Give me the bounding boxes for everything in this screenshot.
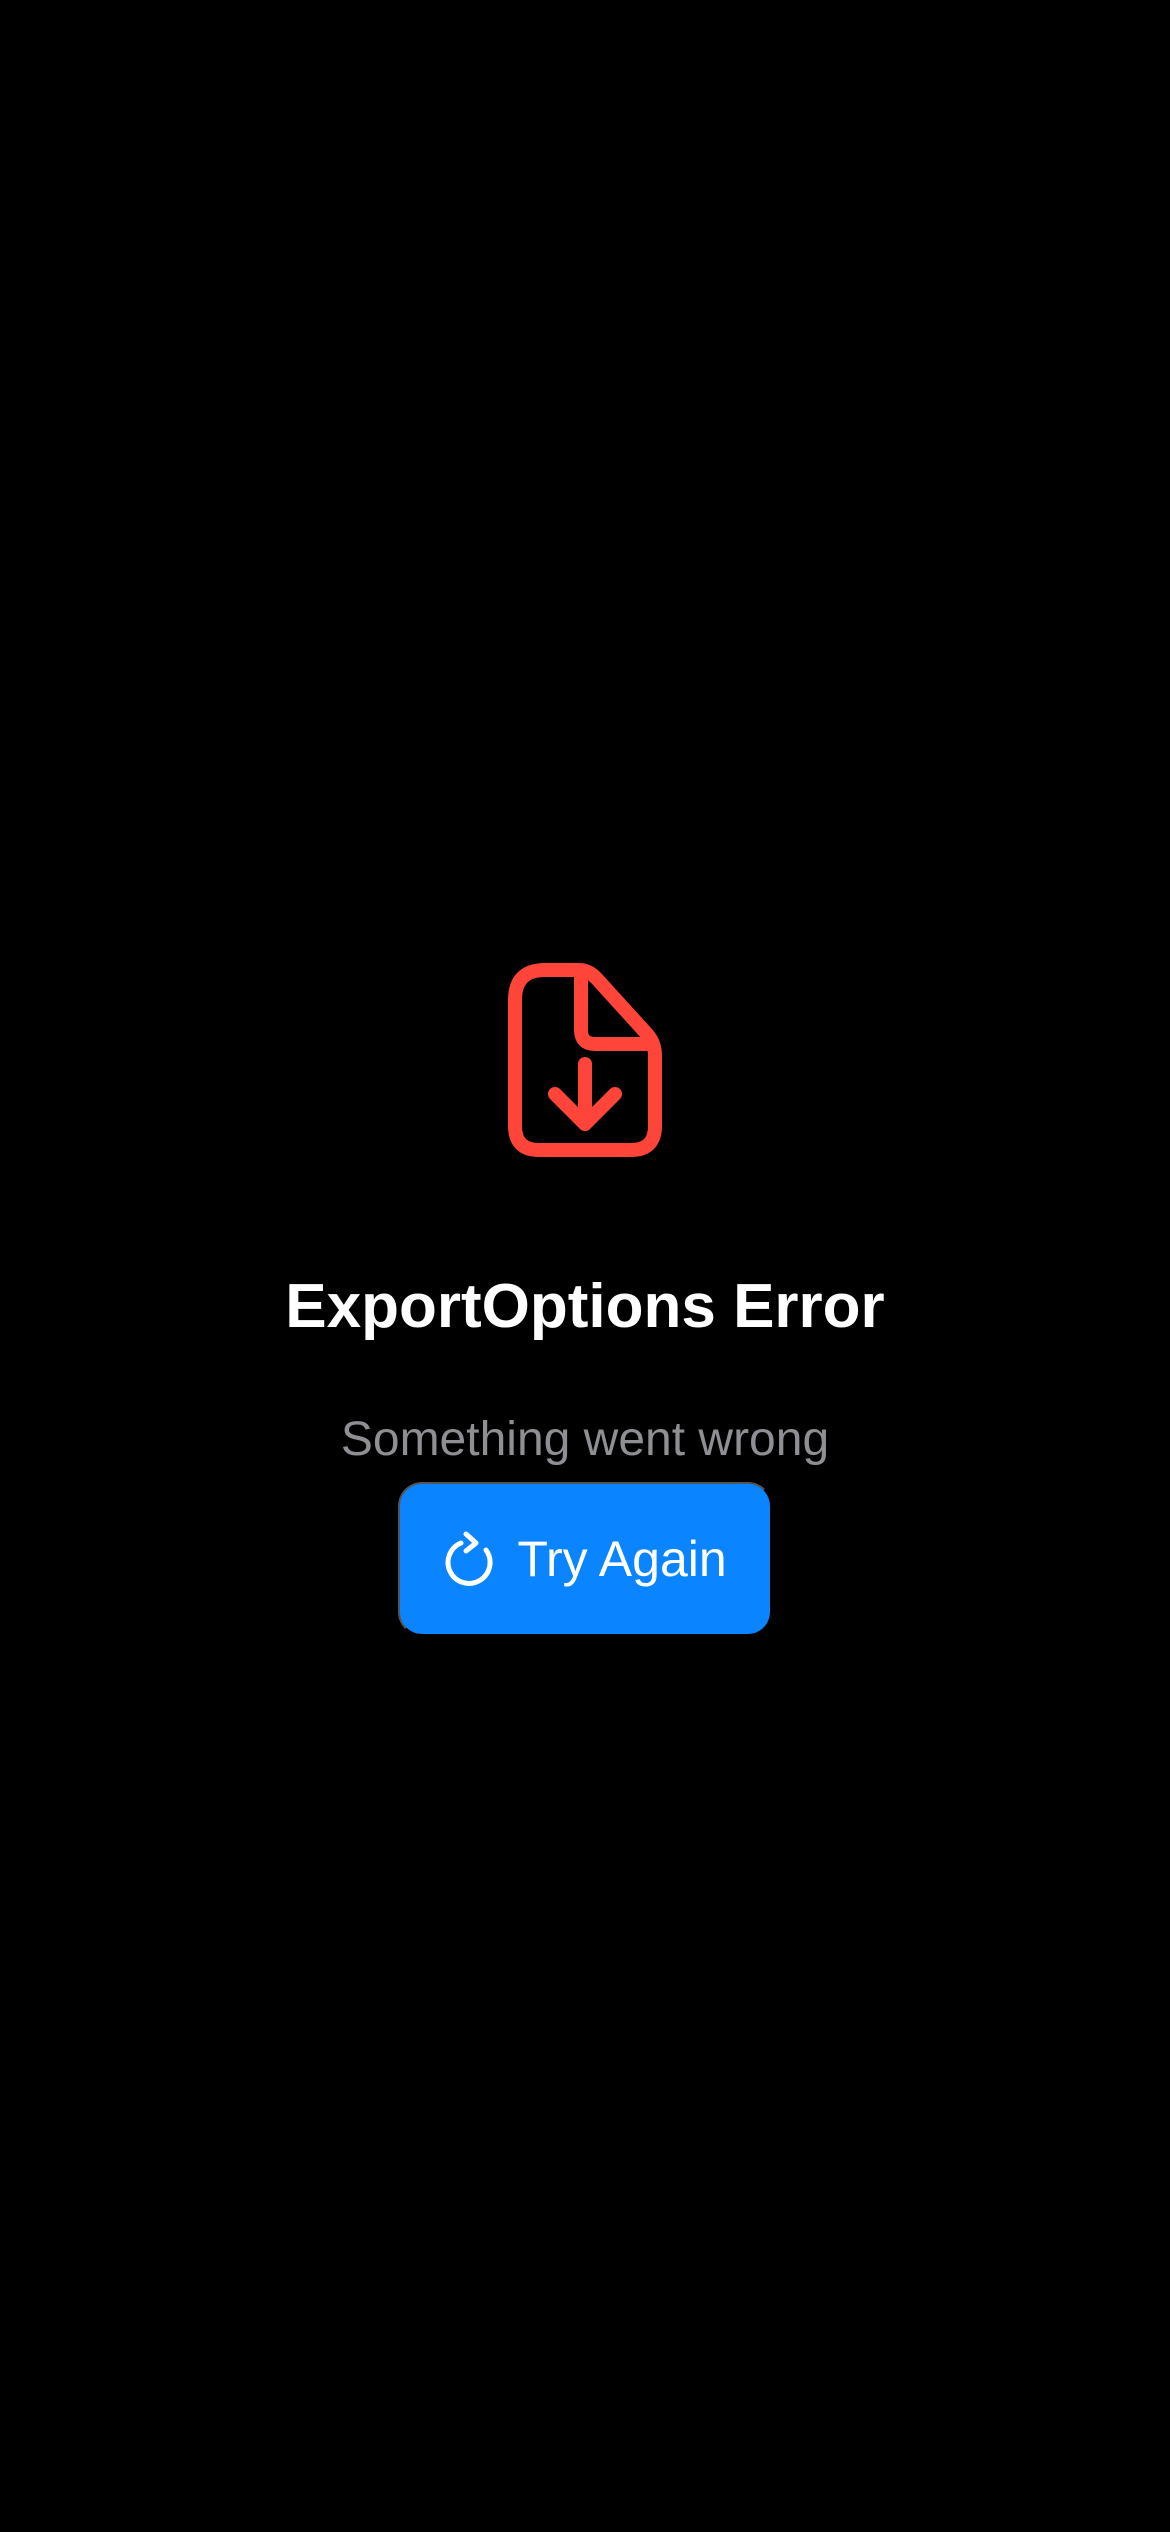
refresh-icon xyxy=(443,1531,493,1587)
error-screen: ExportOptions Error Something went wrong… xyxy=(0,0,1170,2532)
error-message: Something went wrong xyxy=(340,1413,830,1466)
document-download-icon xyxy=(505,962,665,1160)
try-again-label: Try Again xyxy=(517,1531,727,1587)
try-again-button[interactable]: Try Again xyxy=(398,1482,772,1636)
error-title: ExportOptions Error xyxy=(285,1271,885,1341)
